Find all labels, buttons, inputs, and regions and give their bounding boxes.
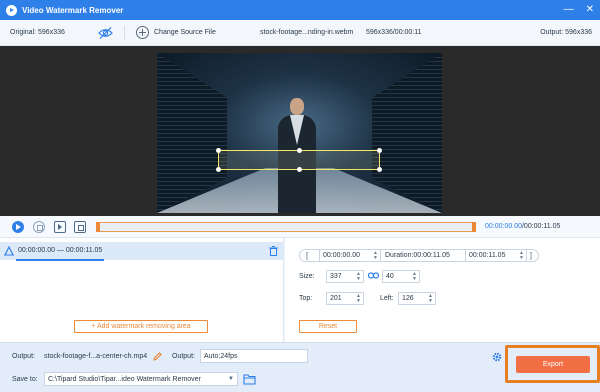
- output-format-field[interactable]: Auto;24fps: [200, 349, 502, 363]
- width-field[interactable]: 337 ▲ ▼: [326, 270, 364, 283]
- playback-bar: 00:00:00.00/00:00:11.05: [0, 216, 600, 238]
- change-source-button[interactable]: Change Source File: [154, 29, 216, 36]
- gear-icon[interactable]: [492, 352, 502, 362]
- link-icon[interactable]: [368, 272, 379, 279]
- output-filename: stock-footage-f...a-center-ch.mp4: [44, 353, 148, 360]
- person-head: [290, 98, 304, 115]
- add-circle-icon[interactable]: [136, 26, 149, 39]
- stepper-icon[interactable]: ▲ ▼: [373, 251, 378, 261]
- window-controls: — ✕: [564, 0, 594, 20]
- stepper-icon[interactable]: ▲ ▼: [356, 294, 361, 304]
- info-bar: Original: 596x336 Change Source File sto…: [0, 20, 600, 46]
- bracket-right: ]: [529, 251, 532, 260]
- segment-row[interactable]: 00:00:00.00 — 00:00:11.05: [0, 242, 284, 261]
- timeline-slider[interactable]: [96, 222, 476, 232]
- time-display: 00:00:00.00/00:00:11.05: [485, 223, 560, 230]
- pencil-icon[interactable]: [153, 352, 162, 361]
- stepper-icon[interactable]: ▲ ▼: [356, 272, 361, 282]
- stepper-icon[interactable]: ▲ ▼: [519, 251, 524, 261]
- output-format-label: Output:: [172, 353, 195, 360]
- timeline-end-handle[interactable]: [472, 222, 476, 232]
- timeline-start-handle[interactable]: [96, 222, 100, 232]
- segment-time-range: 00:00:00.00 — 00:00:11.05: [18, 247, 103, 254]
- start-time-field[interactable]: 00:00:00.00 ▲ ▼: [319, 249, 381, 262]
- title-bar: Video Watermark Remover — ✕: [0, 0, 600, 20]
- source-fileinfo: 596x336/00:00:11: [366, 29, 422, 36]
- save-to-label: Save to:: [12, 376, 38, 383]
- save-path-field[interactable]: C:\Tipard Studio\Tipar...ideo Watermark …: [44, 372, 238, 386]
- minimize-button[interactable]: —: [564, 0, 574, 20]
- chevron-down-icon[interactable]: ▼: [228, 376, 234, 382]
- stepper-icon[interactable]: ▲ ▼: [412, 272, 417, 282]
- resize-handle-tr[interactable]: [377, 148, 382, 153]
- left-field[interactable]: 126 ▲ ▼: [398, 292, 436, 305]
- divider: [124, 26, 125, 40]
- add-watermark-area-button[interactable]: + Add watermark removing area: [74, 320, 208, 333]
- eye-slash-icon[interactable]: [98, 26, 113, 40]
- segment-list-panel: 00:00:00.00 — 00:00:11.05 + Add watermar…: [0, 238, 284, 342]
- resize-handle-t[interactable]: [297, 148, 302, 153]
- stepper-icon[interactable]: ▲ ▼: [428, 294, 433, 304]
- app-logo-icon: [6, 4, 17, 16]
- resize-handle-tl[interactable]: [216, 148, 221, 153]
- output-file-label: Output:: [12, 353, 35, 360]
- add-plus-icon: +: [91, 323, 96, 330]
- current-time: 00:00:00.00: [485, 223, 522, 230]
- top-label: Top:: [299, 295, 313, 302]
- segment-progress-line: [16, 259, 104, 261]
- watermark-selection-box[interactable]: [216, 148, 382, 172]
- output-resolution: Output: 596x336: [540, 29, 592, 36]
- export-button[interactable]: Export: [516, 356, 590, 373]
- segment-icon: [4, 246, 14, 256]
- preview-area: [0, 46, 600, 216]
- original-resolution: Original: 596x336: [10, 29, 65, 36]
- clip-icon[interactable]: [74, 221, 86, 233]
- window-title: Video Watermark Remover: [22, 5, 124, 15]
- add-button-label: Add watermark removing area: [96, 323, 191, 330]
- stop-icon[interactable]: [33, 221, 45, 233]
- source-filename: stock-footage...nding-in.webm: [260, 29, 354, 36]
- video-frame: [157, 53, 442, 213]
- resize-handle-bl[interactable]: [216, 167, 221, 172]
- reset-button[interactable]: Reset: [299, 320, 357, 333]
- left-label: Left:: [380, 295, 394, 302]
- folder-icon[interactable]: [243, 373, 256, 385]
- bracket-left: [: [306, 251, 309, 260]
- play-icon[interactable]: [12, 221, 24, 233]
- total-time: /00:00:11.05: [521, 223, 561, 230]
- end-time-field[interactable]: 00:00:11.05 ▲ ▼: [465, 249, 527, 262]
- export-highlight: Export: [505, 345, 600, 383]
- trash-icon[interactable]: [269, 246, 278, 256]
- resize-handle-br[interactable]: [377, 167, 382, 172]
- duration-display: Duration:00:00:11.05: [385, 252, 450, 259]
- area-settings-panel: [ ] 00:00:00.00 ▲ ▼ Duration:00:00:11.05 0…: [285, 238, 600, 342]
- top-field[interactable]: 201 ▲ ▼: [326, 292, 364, 305]
- size-label: Size:: [299, 273, 315, 280]
- height-field[interactable]: 40 ▲ ▼: [382, 270, 420, 283]
- resize-handle-b[interactable]: [297, 167, 302, 172]
- next-frame-icon[interactable]: [54, 221, 66, 233]
- close-button[interactable]: ✕: [586, 0, 594, 20]
